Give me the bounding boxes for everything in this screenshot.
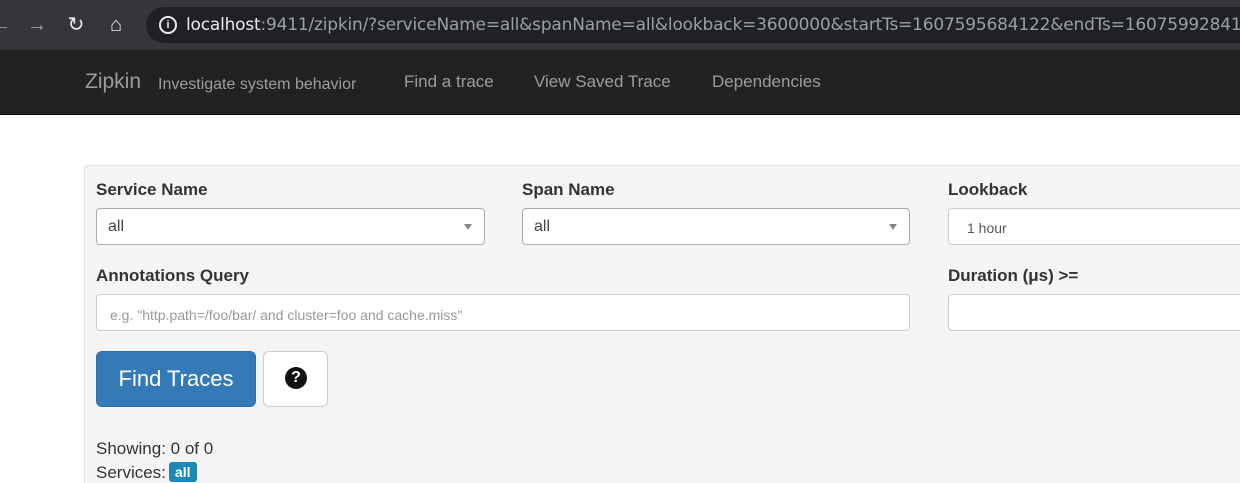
- annotations-query-placeholder: e.g. "http.path=/foo/bar/ and cluster=fo…: [110, 307, 463, 323]
- nav-view-saved-trace[interactable]: View Saved Trace: [534, 72, 671, 92]
- annotations-query-input[interactable]: e.g. "http.path=/foo/bar/ and cluster=fo…: [96, 294, 910, 331]
- home-icon[interactable]: ⌂: [103, 12, 129, 38]
- back-icon[interactable]: ←: [0, 12, 14, 38]
- showing-value: 0 of 0: [170, 439, 214, 458]
- find-traces-button[interactable]: Find Traces: [96, 351, 256, 407]
- chevron-down-icon: [889, 224, 897, 230]
- forward-icon[interactable]: →: [24, 12, 50, 38]
- duration-input[interactable]: [948, 294, 1240, 331]
- nav-dependencies[interactable]: Dependencies: [712, 72, 821, 92]
- lookback-value: 1 hour: [967, 220, 1007, 236]
- url-path: :9411/zipkin/?serviceName=all&spanName=a…: [260, 15, 1240, 35]
- span-name-label: Span Name: [522, 180, 615, 199]
- brand-tagline: Investigate system behavior: [158, 76, 357, 93]
- service-name-label: Service Name: [96, 180, 208, 199]
- services-line: Services: all: [96, 462, 197, 483]
- lookback-select[interactable]: 1 hour: [948, 208, 1240, 245]
- span-name-select[interactable]: all: [522, 208, 910, 245]
- brand-logo[interactable]: Zipkin: [85, 69, 141, 95]
- question-circle-icon: ?: [285, 367, 307, 389]
- url-host: localhost: [186, 15, 261, 35]
- showing-label: Showing:: [96, 439, 166, 458]
- app-navbar: Zipkin Investigate system behavior Find …: [0, 50, 1240, 115]
- span-name-value: all: [534, 218, 551, 235]
- reload-icon[interactable]: ↻: [63, 12, 89, 38]
- address-bar-url[interactable]: localhost:9411/zipkin/?serviceName=all&s…: [186, 14, 1240, 36]
- chevron-down-icon: [464, 224, 472, 230]
- help-button[interactable]: ?: [263, 351, 328, 407]
- service-name-value: all: [108, 218, 125, 235]
- service-badge-all[interactable]: all: [168, 462, 197, 482]
- duration-label: Duration (μs) >=: [948, 266, 1079, 285]
- lookback-label: Lookback: [948, 180, 1028, 199]
- site-info-icon[interactable]: i: [159, 16, 177, 34]
- nav-find-trace[interactable]: Find a trace: [404, 72, 494, 92]
- annotations-query-label: Annotations Query: [96, 266, 250, 285]
- browser-toolbar: ← → ↻ ⌂ i localhost:9411/zipkin/?service…: [0, 0, 1240, 50]
- services-label: Services:: [96, 463, 166, 482]
- service-name-select[interactable]: all: [96, 208, 485, 245]
- showing-count: Showing: 0 of 0: [96, 439, 213, 459]
